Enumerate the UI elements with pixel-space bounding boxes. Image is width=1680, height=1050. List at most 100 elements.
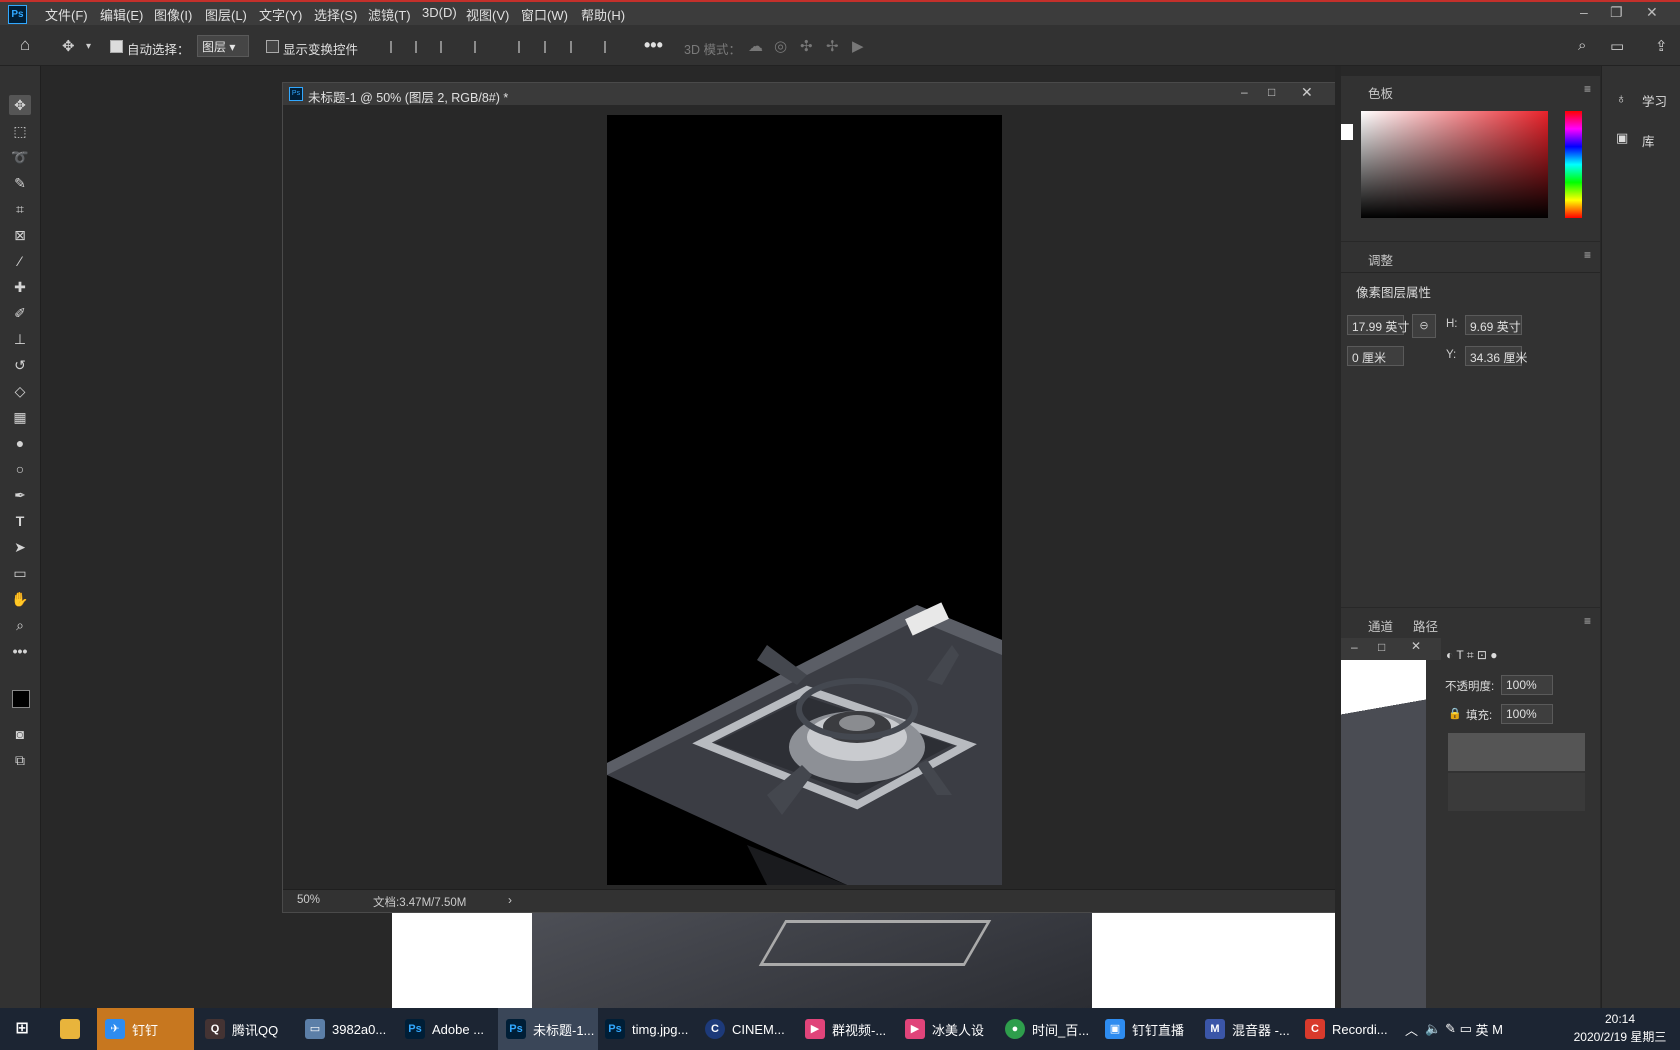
restore-icon[interactable]: ❐	[1610, 4, 1623, 21]
system-tray[interactable]: ︿ 🔈 ✎ ▭ 英 M	[1405, 1008, 1503, 1050]
rectangle-tool-icon[interactable]: ▭	[9, 563, 31, 583]
library-icon[interactable]: ▣	[1616, 130, 1628, 146]
gradient-tool-icon[interactable]: ▦	[9, 407, 31, 427]
history-brush-icon[interactable]: ↺	[9, 355, 31, 375]
taskbar-app-mixer[interactable]: M 混音器 -...	[1205, 1008, 1290, 1050]
taskbar-app-dingtalk[interactable]: ✈ 钉钉	[97, 1008, 194, 1050]
3d-roll-icon[interactable]: ◎	[774, 37, 787, 55]
menu-filter[interactable]: 滤镜(T)	[368, 5, 411, 24]
blur-tool-icon[interactable]: ●	[9, 433, 31, 453]
height-field[interactable]: 9.69 英寸	[1465, 315, 1522, 335]
clock[interactable]: 20:14 2020/2/19 星期三	[1570, 1010, 1670, 1046]
learn-label[interactable]: 学习	[1642, 91, 1667, 110]
document-window[interactable]: Ps 未标题-1 @ 50% (图层 2, RGB/8#) * – □ ✕ 50…	[282, 82, 1341, 913]
hand-tool-icon[interactable]: ✋	[9, 589, 31, 609]
menu-window[interactable]: 窗口(W)	[521, 5, 568, 24]
color-field[interactable]	[1361, 111, 1548, 218]
menu-select[interactable]: 选择(S)	[314, 5, 357, 24]
start-button[interactable]: ⊞	[12, 1008, 39, 1050]
taskbar-app-adobe[interactable]: Ps Adobe ...	[405, 1008, 484, 1050]
width-field[interactable]: 17.99 英寸	[1347, 315, 1409, 335]
panel-menu-icon[interactable]: ≡	[1584, 614, 1591, 628]
taskbar-app-bingmeiren[interactable]: ▶ 冰美人设	[905, 1008, 984, 1050]
lasso-tool-icon[interactable]: ➰	[9, 147, 31, 167]
panel-menu-icon[interactable]: ≡	[1584, 248, 1591, 262]
document-titlebar[interactable]: Ps 未标题-1 @ 50% (图层 2, RGB/8#) * – □ ✕	[283, 83, 1340, 105]
layer-row[interactable]	[1448, 773, 1585, 811]
path-select-icon[interactable]: ➤	[9, 537, 31, 557]
tab-channels[interactable]: 通道	[1368, 616, 1393, 635]
minimize-icon[interactable]: –	[1351, 640, 1358, 654]
3d-slide-icon[interactable]: ✢	[826, 37, 839, 55]
lock-icon[interactable]: 🔒	[1448, 707, 1462, 720]
align-center-icon[interactable]	[415, 41, 431, 53]
chevron-down-icon[interactable]: ▾	[86, 41, 91, 52]
y-field[interactable]: 34.36 厘米	[1465, 346, 1527, 366]
align-right-icon[interactable]	[440, 41, 456, 53]
move-tool-icon[interactable]: ✥	[9, 95, 31, 115]
taskbar-app-chrome[interactable]: ● 时间_百...	[1005, 1008, 1089, 1050]
distribute-icon[interactable]	[474, 41, 490, 53]
link-icon[interactable]: ⊖	[1412, 314, 1436, 338]
close-icon[interactable]: ✕	[1646, 4, 1658, 21]
pen-icon[interactable]: ✎	[1445, 1021, 1456, 1037]
hue-slider[interactable]	[1565, 111, 1582, 218]
menu-layer[interactable]: 图层(L)	[205, 5, 247, 24]
type-tool-icon[interactable]: T	[9, 511, 31, 531]
pen-tool-icon[interactable]: ✒	[9, 485, 31, 505]
frame-tool-icon[interactable]: ⊠	[9, 225, 31, 245]
tab-adjustments[interactable]: 调整	[1368, 250, 1393, 269]
canvas[interactable]	[607, 115, 1002, 885]
distribute-vertical-icon[interactable]	[604, 41, 620, 53]
align-bottom-icon[interactable]	[570, 41, 586, 53]
zoom-tool-icon[interactable]: ⌕	[9, 615, 31, 635]
align-top-icon[interactable]	[518, 41, 534, 53]
menu-edit[interactable]: 编辑(E)	[100, 5, 143, 24]
show-transform-checkbox[interactable]	[266, 40, 279, 53]
workspace-icon[interactable]: ▭	[1610, 37, 1624, 55]
stamp-tool-icon[interactable]: ⊥	[9, 329, 31, 349]
minimize-icon[interactable]: –	[1241, 85, 1248, 99]
fill-field[interactable]: 100%	[1501, 704, 1553, 724]
panel-menu-icon[interactable]: ≡	[1584, 82, 1591, 96]
taskbar-app-untitled[interactable]: Ps 未标题-1...	[498, 1008, 598, 1050]
taskbar-app-group-video[interactable]: ▶ 群视频-...	[805, 1008, 886, 1050]
menu-file[interactable]: 文件(F)	[45, 5, 88, 24]
close-icon[interactable]: ✕	[1411, 639, 1421, 653]
ime-indicator[interactable]: 英	[1476, 1020, 1489, 1039]
3d-pan-icon[interactable]: ✣	[800, 37, 813, 55]
move-tool-icon[interactable]: ✥	[62, 37, 75, 55]
maximize-icon[interactable]: □	[1378, 640, 1385, 654]
menu-type[interactable]: 文字(Y)	[259, 5, 302, 24]
floating-window-titlebar[interactable]: – □ ✕	[1341, 638, 1441, 660]
more-tools-icon[interactable]: •••	[9, 641, 31, 661]
dodge-tool-icon[interactable]: ○	[9, 459, 31, 479]
search-icon[interactable]: ⌕	[1578, 37, 1586, 54]
tab-swatches[interactable]: 色板	[1368, 83, 1393, 102]
network-icon[interactable]: ▭	[1460, 1021, 1472, 1037]
menu-help[interactable]: 帮助(H)	[581, 5, 625, 24]
maximize-icon[interactable]: □	[1268, 85, 1275, 99]
file-explorer-icon[interactable]	[60, 1008, 87, 1050]
foreground-color-swatch[interactable]	[12, 690, 30, 708]
close-icon[interactable]: ✕	[1301, 84, 1313, 101]
taskbar-app-qq[interactable]: Q 腾讯QQ	[205, 1008, 278, 1050]
auto-select-dropdown[interactable]: 图层 ▾	[197, 35, 249, 57]
quick-select-tool-icon[interactable]: ✎	[9, 173, 31, 193]
quick-mask-icon[interactable]: ◙	[9, 724, 31, 744]
crop-tool-icon[interactable]: ⌗	[9, 199, 31, 219]
3d-camera-icon[interactable]: ▶	[852, 37, 864, 55]
eyedropper-tool-icon[interactable]: ⁄	[9, 251, 31, 271]
zoom-level[interactable]: 50%	[297, 894, 320, 906]
auto-select-checkbox[interactable]	[110, 40, 123, 53]
menu-3d[interactable]: 3D(D)	[422, 5, 457, 20]
ime-mode-icon[interactable]: M	[1492, 1022, 1503, 1037]
volume-icon[interactable]: 🔈	[1425, 1021, 1441, 1037]
chevron-right-icon[interactable]: ›	[508, 893, 512, 907]
menu-image[interactable]: 图像(I)	[154, 5, 192, 24]
taskbar-app-image[interactable]: ▭ 3982a0...	[305, 1008, 386, 1050]
taskbar-app-timg[interactable]: Ps timg.jpg...	[605, 1008, 688, 1050]
menu-view[interactable]: 视图(V)	[466, 5, 509, 24]
opacity-field[interactable]: 100%	[1501, 675, 1553, 695]
lightbulb-icon[interactable]: ♁	[1616, 90, 1627, 106]
